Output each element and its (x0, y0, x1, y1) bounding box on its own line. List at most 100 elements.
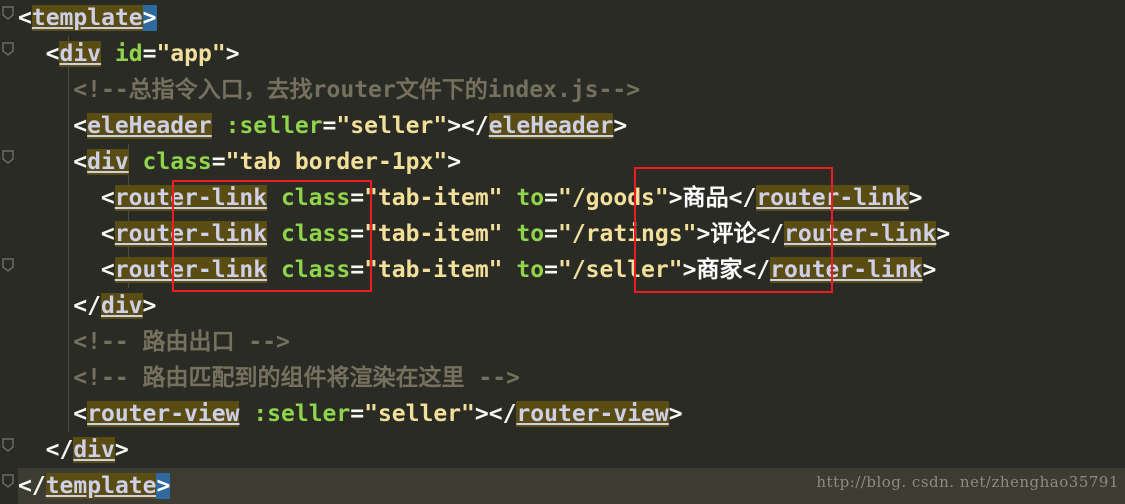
code-line[interactable]: <eleHeader :seller="seller"></eleHeader> (73, 108, 627, 144)
token-attr: class (280, 185, 351, 211)
token-attr: to (516, 257, 545, 283)
token-angle: < (73, 149, 88, 175)
token-angle: > (908, 185, 923, 211)
token-angle: > (114, 437, 129, 463)
token-val: "/goods" (557, 185, 669, 211)
token-angle: </ (45, 437, 74, 463)
token-tagname: router-view (87, 401, 240, 427)
code-fold-icon[interactable] (1, 258, 15, 272)
token-punct: = (544, 221, 558, 247)
code-line[interactable]: <router-view :seller="seller"></router-v… (73, 396, 683, 432)
token-val: "tab border-1px" (225, 149, 448, 175)
token-val: "app" (156, 41, 226, 67)
editor-gutter[interactable] (0, 0, 18, 504)
token-punct (129, 149, 143, 175)
token-angle: < (45, 41, 60, 67)
token-angle: </ (742, 257, 771, 283)
code-line[interactable]: <router-link class="tab-item" to="/selle… (101, 252, 936, 288)
token-attr: to (516, 185, 545, 211)
code-fold-icon[interactable] (1, 474, 15, 488)
token-punct (503, 257, 517, 283)
token-punct (267, 257, 281, 283)
token-angle: > (142, 293, 157, 319)
code-fold-icon[interactable] (1, 438, 15, 452)
token-punct (503, 221, 517, 247)
code-line[interactable]: </div> (46, 432, 129, 468)
token-tagname: div (73, 437, 115, 463)
code-line[interactable]: <!-- 路由出口 --> (73, 324, 290, 360)
token-punct: = (350, 221, 365, 247)
code-fold-icon[interactable] (1, 150, 15, 164)
token-val: "tab-item" (364, 185, 503, 211)
token-punct: = (350, 185, 365, 211)
token-tagname: router-link (114, 221, 268, 247)
code-line[interactable]: <template> (18, 0, 157, 36)
token-angle: > (936, 221, 951, 247)
token-tagname: div (59, 41, 102, 67)
token-angle: < (18, 5, 32, 31)
token-attr: :seller (253, 401, 351, 427)
token-angle: > (682, 257, 697, 283)
token-tagname: router-link (114, 257, 268, 283)
token-angle: </ (756, 221, 785, 247)
token-punct (212, 113, 226, 139)
token-sel: > (156, 473, 171, 499)
token-attr: class (280, 221, 351, 247)
token-tagname: router-view (516, 401, 669, 427)
code-editor-view[interactable]: <template> <div id="app"> <!--总指令入口，去找rout… (0, 0, 1125, 504)
code-line[interactable]: </template> (18, 468, 171, 504)
token-tagname: router-link (756, 185, 909, 211)
token-angle: < (100, 221, 115, 247)
code-line[interactable]: <div id="app"> (46, 36, 240, 72)
token-angle: > (668, 401, 683, 427)
token-angle: </ (18, 473, 46, 499)
code-line[interactable]: </div> (73, 288, 156, 324)
token-angle: < (73, 113, 88, 139)
token-angle: > (668, 185, 683, 211)
token-text: 商家 (696, 257, 743, 283)
token-attr: to (516, 221, 545, 247)
token-val: "/seller" (557, 257, 683, 283)
token-angle: < (100, 257, 115, 283)
token-angle: < (73, 401, 88, 427)
token-tagname: router-link (114, 185, 268, 211)
token-punct (503, 185, 517, 211)
token-angle: </ (73, 293, 101, 319)
token-tagname: template (45, 473, 157, 499)
token-attr: :seller (225, 113, 323, 139)
token-angle: </ (728, 185, 757, 211)
token-punct (267, 221, 281, 247)
token-punct (101, 41, 115, 67)
token-punct: = (350, 257, 365, 283)
token-val: "tab-item" (364, 257, 503, 283)
code-line[interactable]: <div class="tab border-1px"> (73, 144, 461, 180)
token-angle: > (447, 149, 462, 175)
token-val: "/ratings" (557, 221, 697, 247)
token-attr: class (280, 257, 351, 283)
token-angle: ></ (447, 113, 489, 139)
token-val: "seller" (336, 113, 448, 139)
code-line[interactable]: <!--总指令入口，去找router文件下的index.js--> (73, 72, 640, 108)
token-comment: <!--总指令入口，去找router文件下的index.js--> (73, 77, 641, 103)
token-text: 评论 (710, 221, 757, 247)
token-attr: class (142, 149, 212, 175)
token-tagname: eleHeader (488, 113, 614, 139)
code-line[interactable]: <router-link class="tab-item" to="/goods… (101, 180, 923, 216)
token-tagname: div (100, 293, 143, 319)
code-fold-icon[interactable] (1, 42, 15, 56)
token-attr: id (114, 41, 143, 67)
token-punct: = (211, 149, 226, 175)
token-punct (267, 185, 281, 211)
token-angle: > (696, 221, 711, 247)
token-val: "seller" (364, 401, 475, 427)
token-angle: > (225, 41, 240, 67)
token-angle: ></ (474, 401, 517, 427)
token-text: 商品 (682, 185, 729, 211)
code-fold-icon[interactable] (1, 6, 15, 20)
token-tagname: template (31, 5, 143, 31)
token-comment: <!-- 路由匹配到的组件将渲染在这里 --> (73, 365, 520, 391)
code-line[interactable]: <!-- 路由匹配到的组件将渲染在这里 --> (73, 360, 520, 396)
watermark-text: http://blog. csdn. net/zhenghao35791 (816, 473, 1119, 491)
code-line[interactable]: <router-link class="tab-item" to="/ratin… (101, 216, 950, 252)
token-punct: = (142, 41, 157, 67)
